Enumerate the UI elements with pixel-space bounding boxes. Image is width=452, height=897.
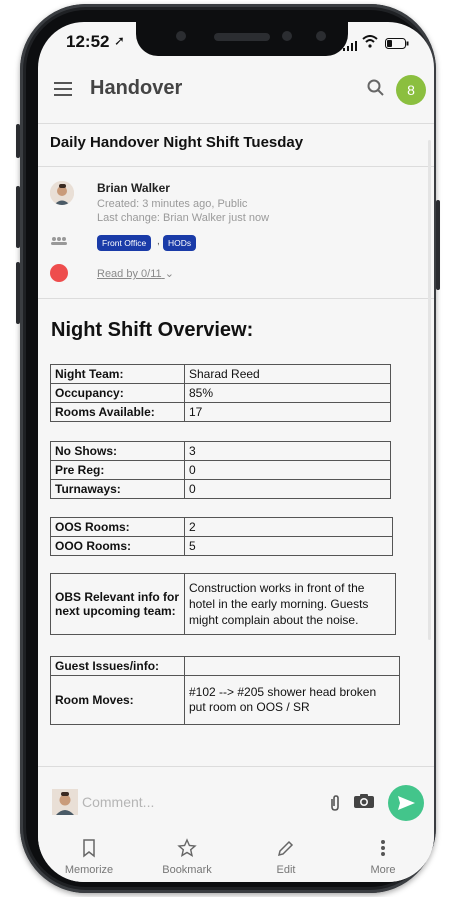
author-avatar[interactable] bbox=[50, 181, 74, 205]
comment-input[interactable]: Comment... bbox=[82, 794, 154, 810]
chevron-down-icon: ⌄ bbox=[164, 268, 174, 280]
table-key: Rooms Available: bbox=[50, 402, 185, 422]
nav-label: Memorize bbox=[64, 864, 114, 876]
status-time: 12:52 bbox=[66, 32, 110, 51]
created-meta: Created: 3 minutes ago, Public bbox=[97, 198, 248, 210]
meta-divider bbox=[38, 298, 434, 299]
table-key: OOS Rooms: bbox=[50, 517, 185, 537]
camera-dot bbox=[176, 31, 186, 41]
table-row: OOO Rooms: 5 bbox=[50, 536, 393, 556]
send-icon bbox=[398, 796, 415, 810]
user-avatar-badge[interactable]: 8 bbox=[396, 75, 426, 105]
team-table: Night Team: Sharad Reed Occupancy: 85% Roo… bbox=[50, 364, 391, 422]
table-key: Room Moves: bbox=[50, 675, 185, 725]
table-value: 17 bbox=[184, 402, 391, 422]
wifi-icon bbox=[362, 35, 378, 53]
nav-more[interactable]: More bbox=[348, 838, 418, 876]
guest-issues-table: Guest Issues/info: Room Moves: #102 --> #… bbox=[50, 656, 400, 725]
table-key: Pre Reg: bbox=[50, 460, 185, 480]
table-row: Guest Issues/info: bbox=[50, 656, 400, 676]
mute-switch bbox=[16, 124, 20, 158]
app-title: Handover bbox=[90, 77, 183, 99]
table-row: Pre Reg: 0 bbox=[50, 460, 391, 480]
obs-table: OBS Relevant info for next upcoming team… bbox=[50, 573, 396, 635]
read-by-link[interactable]: Read by 0/11 ⌄ bbox=[97, 267, 174, 280]
screen: 12:52 ➚ Handover 8 Daily Handover Night … bbox=[38, 22, 434, 882]
volume-up-button bbox=[16, 186, 20, 248]
bottom-nav: Memorize Bookmark Edit More bbox=[38, 834, 434, 882]
content-divider bbox=[38, 766, 434, 767]
table-value: #102 --> #205 shower head broken put roo… bbox=[184, 675, 400, 725]
composer-avatar bbox=[52, 789, 78, 815]
comment-composer: Comment... bbox=[38, 780, 434, 836]
location-arrow-icon: ➚ bbox=[114, 33, 125, 48]
app-bar: Handover 8 bbox=[38, 66, 434, 116]
search-icon[interactable] bbox=[366, 78, 386, 98]
group-icon bbox=[50, 236, 68, 249]
table-row: Room Moves: #102 --> #205 shower head bro… bbox=[50, 675, 400, 725]
document-title: Daily Handover Night Shift Tuesday bbox=[50, 134, 304, 151]
table-row: Turnaways: 0 bbox=[50, 479, 391, 499]
table-value: 3 bbox=[184, 441, 391, 461]
table-value: Sharad Reed bbox=[184, 364, 391, 384]
rooms-table: OOS Rooms: 2 OOO Rooms: 5 bbox=[50, 517, 393, 556]
camera-icon[interactable] bbox=[353, 793, 375, 809]
title-divider bbox=[38, 166, 434, 167]
nav-memorize[interactable]: Memorize bbox=[54, 838, 124, 876]
hamburger-menu-icon[interactable] bbox=[54, 82, 72, 96]
sensor-dot bbox=[282, 31, 292, 41]
table-value bbox=[184, 656, 400, 676]
table-key: OBS Relevant info for next upcoming team… bbox=[50, 573, 185, 635]
signal-icon bbox=[343, 38, 357, 56]
tag-separator: , bbox=[157, 236, 160, 247]
table-row: OOS Rooms: 2 bbox=[50, 517, 393, 537]
table-value: 2 bbox=[184, 517, 393, 537]
table-row: No Shows: 3 bbox=[50, 441, 391, 461]
table-key: Night Team: bbox=[50, 364, 185, 384]
paperclip-icon[interactable] bbox=[329, 794, 341, 816]
volume-down-button bbox=[16, 262, 20, 324]
face-id-dot bbox=[316, 31, 326, 41]
author-name: Brian Walker bbox=[97, 181, 170, 195]
tag-hods[interactable]: HODs bbox=[163, 235, 197, 251]
table-value: Construction works in front of the hotel… bbox=[184, 573, 396, 635]
bookings-table: No Shows: 3 Pre Reg: 0 Turnaways: 0 bbox=[50, 441, 391, 499]
nav-label: More bbox=[370, 864, 396, 876]
table-row: Occupancy: 85% bbox=[50, 383, 391, 403]
power-button bbox=[436, 200, 440, 290]
nav-label: Bookmark bbox=[162, 864, 212, 876]
table-value: 0 bbox=[184, 479, 391, 499]
bookmark-outline-icon bbox=[54, 838, 124, 862]
table-row: Rooms Available: 17 bbox=[50, 402, 391, 422]
table-value: 0 bbox=[184, 460, 391, 480]
more-vertical-icon bbox=[348, 838, 418, 862]
last-change-meta: Last change: Brian Walker just now bbox=[97, 212, 270, 224]
table-key: Turnaways: bbox=[50, 479, 185, 499]
star-icon bbox=[152, 838, 222, 862]
appbar-divider bbox=[38, 123, 434, 124]
overview-heading: Night Shift Overview: bbox=[51, 319, 254, 341]
nav-label: Edit bbox=[276, 864, 296, 876]
table-row: OBS Relevant info for next upcoming team… bbox=[50, 573, 396, 635]
nav-bookmark[interactable]: Bookmark bbox=[152, 838, 222, 876]
notch bbox=[136, 22, 348, 56]
table-key: Occupancy: bbox=[50, 383, 185, 403]
table-key: OOO Rooms: bbox=[50, 536, 185, 556]
pencil-icon bbox=[251, 838, 321, 862]
battery-icon bbox=[385, 36, 409, 54]
table-value: 5 bbox=[184, 536, 393, 556]
send-button[interactable] bbox=[388, 785, 424, 821]
scrollbar[interactable] bbox=[428, 140, 431, 640]
unread-status-dot bbox=[50, 264, 68, 282]
tag-front-office[interactable]: Front Office bbox=[97, 235, 152, 251]
table-row: Night Team: Sharad Reed bbox=[50, 364, 391, 384]
nav-edit[interactable]: Edit bbox=[251, 838, 321, 876]
table-key: Guest Issues/info: bbox=[50, 656, 185, 676]
status-bar: 12:52 ➚ bbox=[38, 22, 434, 62]
table-key: No Shows: bbox=[50, 441, 185, 461]
table-value: 85% bbox=[184, 383, 391, 403]
speaker-grille bbox=[214, 33, 270, 41]
